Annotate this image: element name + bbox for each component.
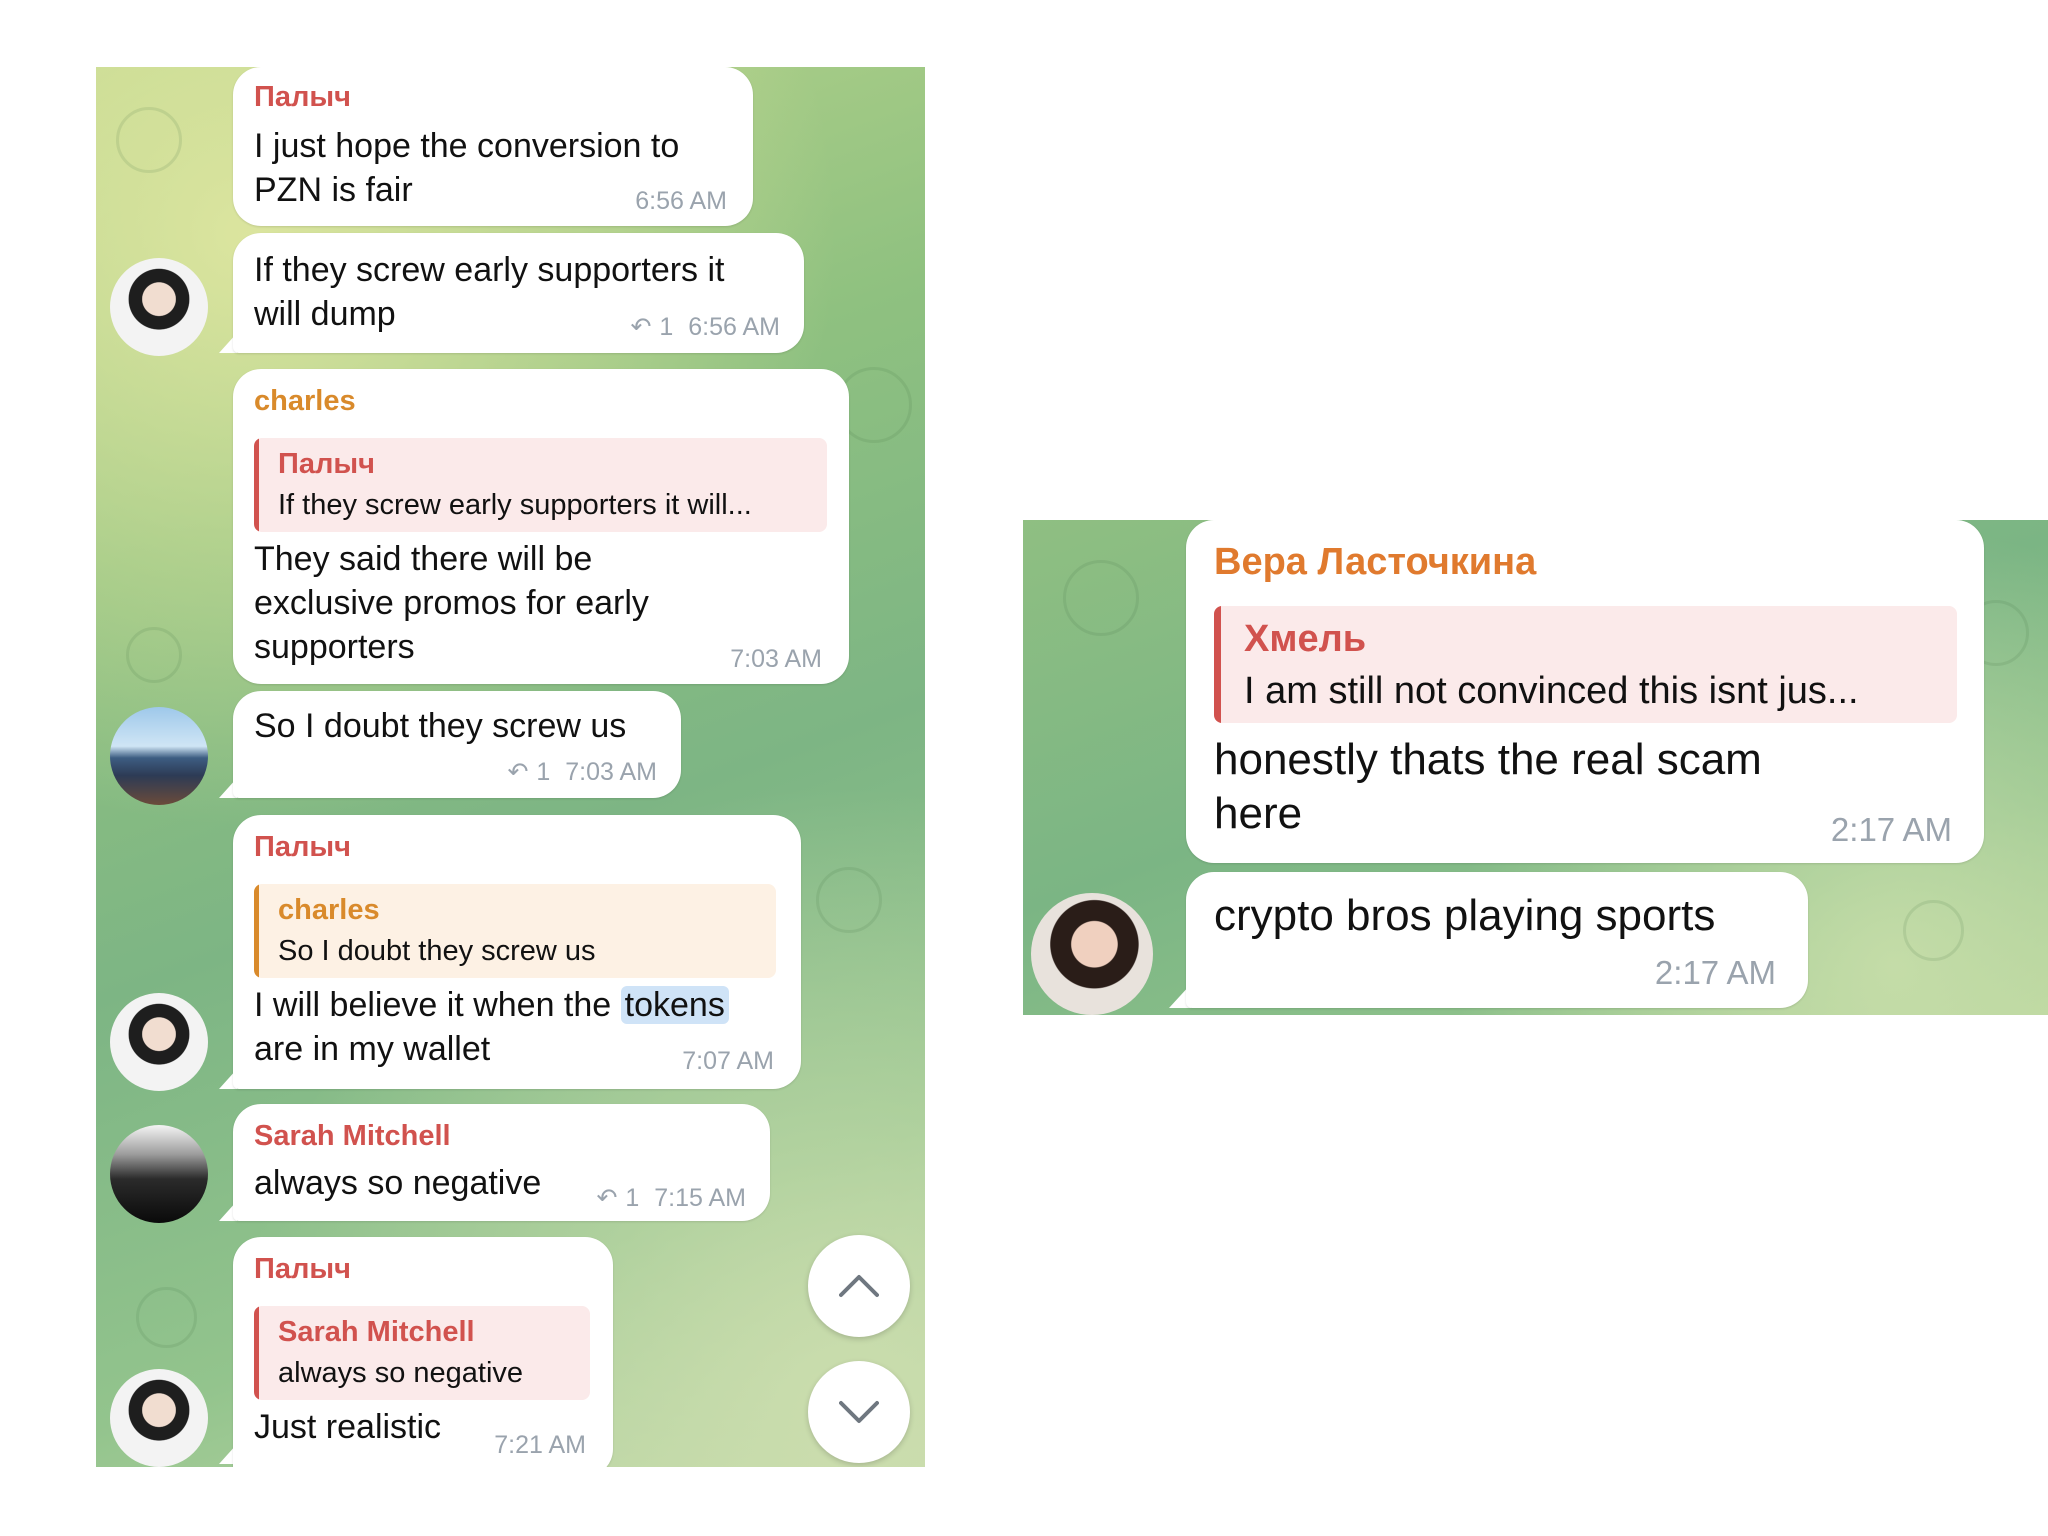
reply-count[interactable]: ↶ 1 6:56 AM	[630, 312, 780, 342]
message-time: 7:15 AM	[654, 1184, 746, 1212]
highlighted-word[interactable]: tokens	[620, 986, 729, 1024]
reply-quote[interactable]: Палыч If they screw early supporters it …	[254, 438, 827, 532]
sender-name: Палыч	[254, 81, 351, 113]
background-doodle	[1063, 560, 1139, 636]
avatar[interactable]	[110, 1369, 208, 1467]
reply-count-value: 1	[625, 1184, 640, 1212]
message-text-line: here	[1214, 789, 1303, 838]
message-bubble[interactable]: Палыч I just hope the conversion to PZN …	[233, 67, 753, 226]
quote-bar	[254, 884, 259, 978]
sender-name: Палыч	[254, 1253, 351, 1285]
message-text: I will believe it when the	[254, 986, 621, 1024]
quote-sender: Sarah Mitchell	[278, 1316, 475, 1348]
message-time: 2:17 AM	[1654, 954, 1776, 991]
message-bubble[interactable]: Вера Ласточкина Хмель I am still not con…	[1186, 520, 1984, 863]
message-bubble[interactable]: So I doubt they screw us ↶ 1 7:03 AM	[233, 691, 681, 798]
background-doodle	[136, 1287, 197, 1348]
quote-text: If they screw early supporters it will..…	[278, 489, 752, 521]
message-text-line: honestly thats the real scam	[1214, 735, 1762, 784]
message-time: 7:03 AM	[730, 645, 822, 673]
quote-sender: Палыч	[278, 448, 375, 480]
avatar[interactable]	[1031, 893, 1153, 1015]
quote-sender: Хмель	[1244, 618, 1367, 660]
quote-text: So I doubt they screw us	[278, 935, 596, 967]
message-text-line: supporters	[254, 628, 415, 666]
reply-count-value: 1	[536, 758, 551, 786]
message-text-line: exclusive promos for early	[254, 584, 649, 622]
message-text-line: are in my wallet	[254, 1030, 491, 1068]
left-chat-screenshot: Палыч I just hope the conversion to PZN …	[96, 67, 925, 1467]
message-text-line: always so negative	[254, 1164, 542, 1202]
sender-name: charles	[254, 385, 356, 417]
message-text-line: crypto bros playing sports	[1214, 891, 1716, 940]
message-time: 6:56 AM	[688, 313, 780, 341]
avatar[interactable]	[110, 258, 208, 356]
quote-text: always so negative	[278, 1357, 524, 1389]
chevron-up-icon	[839, 1275, 879, 1297]
quote-text: I am still not convinced this isnt jus..…	[1244, 670, 1859, 712]
message-time: 7:03 AM	[565, 758, 657, 786]
background-doodle	[116, 107, 182, 173]
reply-arrow-icon: ↶	[630, 313, 652, 341]
message-bubble[interactable]: crypto bros playing sports 2:17 AM	[1186, 872, 1808, 1008]
reply-quote[interactable]: Хмель I am still not convinced this isnt…	[1214, 606, 1957, 723]
message-bubble[interactable]: If they screw early supporters it will d…	[233, 233, 804, 353]
avatar[interactable]	[110, 707, 208, 805]
sender-name: Вера Ласточкина	[1214, 541, 1537, 583]
reply-quote[interactable]: charles So I doubt they screw us	[254, 884, 776, 978]
message-time: 2:17 AM	[1830, 811, 1952, 848]
reply-count-value: 1	[659, 313, 674, 341]
avatar[interactable]	[110, 1125, 208, 1223]
message-time: 7:07 AM	[682, 1047, 774, 1075]
background-doodle	[1903, 900, 1964, 961]
background-doodle	[126, 627, 182, 683]
sender-name: Sarah Mitchell	[254, 1120, 451, 1152]
background-doodle	[816, 867, 882, 933]
message-text-line: I just hope the conversion to	[254, 127, 680, 165]
message-text-line: So I doubt they screw us	[254, 707, 627, 745]
message-text-line: They said there will be	[254, 540, 593, 578]
message-bubble[interactable]: charles Палыч If they screw early suppor…	[233, 369, 849, 684]
reply-arrow-icon: ↶	[507, 758, 529, 786]
reply-quote[interactable]: Sarah Mitchell always so negative	[254, 1306, 590, 1400]
quote-bar	[254, 1306, 259, 1400]
sender-name: Палыч	[254, 831, 351, 863]
right-chat-screenshot: Вера Ласточкина Хмель I am still not con…	[1023, 520, 2048, 1015]
quote-sender: charles	[278, 894, 380, 926]
message-text-line: will dump	[254, 295, 396, 333]
message-time: 7:21 AM	[494, 1431, 586, 1459]
message-text-line: If they screw early supporters it	[254, 251, 725, 289]
scroll-up-button[interactable]	[808, 1235, 910, 1337]
reply-arrow-icon: ↶	[596, 1184, 618, 1212]
scroll-down-button[interactable]	[808, 1361, 910, 1463]
message-bubble[interactable]: Палыч charles So I doubt they screw us I…	[233, 815, 801, 1089]
quote-bar	[254, 438, 259, 532]
reply-count[interactable]: ↶ 1 7:15 AM	[596, 1183, 746, 1213]
message-bubble[interactable]: Палыч Sarah Mitchell always so negative …	[233, 1237, 613, 1467]
avatar[interactable]	[110, 993, 208, 1091]
quote-bar	[1214, 606, 1221, 723]
message-text-line: PZN is fair	[254, 171, 413, 209]
chevron-down-icon	[839, 1401, 879, 1423]
message-time: 6:56 AM	[635, 187, 727, 215]
message-text-line: Just realistic	[254, 1408, 442, 1446]
message-text-line: I will believe it when the tokens	[254, 983, 729, 1027]
message-bubble[interactable]: Sarah Mitchell always so negative ↶ 1 7:1…	[233, 1104, 770, 1221]
reply-count[interactable]: ↶ 1 7:03 AM	[507, 757, 657, 787]
